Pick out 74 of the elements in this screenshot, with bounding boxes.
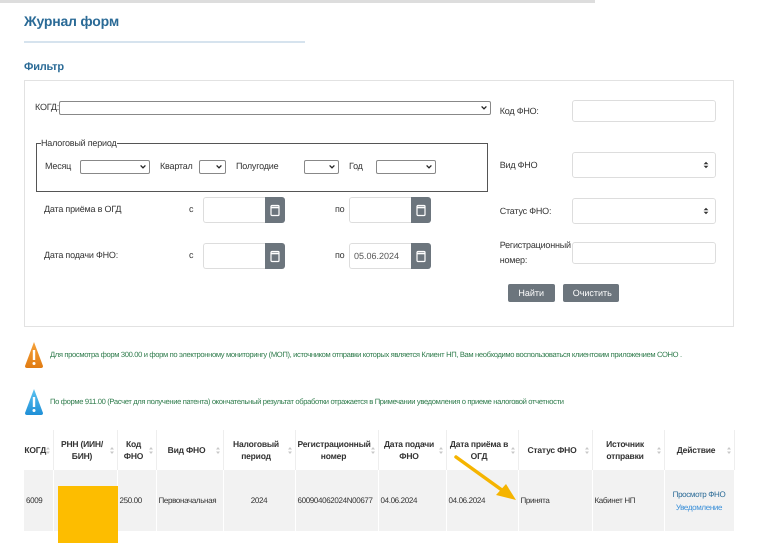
date-field[interactable]: 05.06.2024 bbox=[349, 243, 411, 269]
calendar-icon bbox=[270, 250, 280, 262]
sort-icon bbox=[148, 446, 154, 455]
calendar-button[interactable] bbox=[265, 243, 285, 269]
kogd-select[interactable] bbox=[59, 101, 492, 115]
table-cell: 600904062024N00677 bbox=[298, 496, 373, 504]
sort-icon bbox=[286, 446, 292, 455]
date-field[interactable] bbox=[203, 197, 265, 223]
calendar-icon bbox=[416, 204, 426, 216]
field-label: Код ФНО: bbox=[498, 104, 540, 118]
calendar-button[interactable] bbox=[411, 243, 431, 269]
date-field[interactable] bbox=[203, 243, 265, 269]
filter-button[interactable]: Найти bbox=[508, 284, 555, 302]
sort-icon bbox=[214, 446, 220, 455]
warning-icon bbox=[24, 341, 44, 369]
field-label: с bbox=[189, 249, 194, 262]
sort-icon bbox=[726, 446, 732, 455]
field-label: Полугодие bbox=[236, 160, 280, 174]
column-header: Действие bbox=[676, 445, 716, 455]
field-label: по bbox=[335, 203, 346, 216]
group-legend: Налоговый период bbox=[41, 137, 117, 149]
section-title: Фильтр bbox=[24, 60, 65, 74]
table-link[interactable]: Просмотр ФНО bbox=[666, 488, 732, 500]
column-header: Статус ФНО bbox=[527, 445, 576, 455]
calendar-icon bbox=[270, 204, 280, 216]
table-cell: Первоначальная bbox=[158, 496, 216, 504]
table-cell: 250.00 bbox=[120, 496, 142, 504]
period-select[interactable] bbox=[304, 160, 339, 174]
sort-icon bbox=[584, 446, 590, 455]
field-label: Статус ФНО: bbox=[498, 204, 552, 218]
sort-icon bbox=[370, 446, 376, 455]
table-cell: 04.06.2024 bbox=[380, 496, 418, 504]
field-label: Дата подачи ФНО: bbox=[43, 249, 120, 262]
field-label: Квартал bbox=[160, 160, 194, 174]
field-label: Месяц bbox=[45, 160, 72, 174]
calendar-icon bbox=[416, 250, 426, 262]
sort-icon bbox=[438, 446, 444, 455]
table-cell: 2024 bbox=[250, 496, 268, 504]
field-label: Регистрационный номер: bbox=[498, 239, 572, 267]
column-header: Вид ФНО bbox=[168, 445, 206, 455]
field-label: по bbox=[335, 249, 346, 262]
column-header: Код ФНО bbox=[124, 439, 144, 461]
period-select[interactable] bbox=[376, 160, 436, 174]
text-field[interactable] bbox=[572, 242, 716, 264]
column-header: КОГД bbox=[24, 445, 46, 455]
period-select[interactable] bbox=[80, 160, 150, 174]
sort-icon bbox=[44, 446, 50, 455]
date-field[interactable] bbox=[349, 197, 411, 223]
calendar-button[interactable] bbox=[265, 197, 285, 223]
table-cell: 6009 bbox=[26, 496, 42, 504]
table-cell: Принята bbox=[520, 496, 550, 504]
field-label: Год bbox=[349, 160, 364, 174]
column-header: Регистрационный номер bbox=[298, 439, 371, 461]
table-link[interactable]: Уведомление bbox=[666, 500, 732, 514]
filter-button[interactable]: Очистить bbox=[562, 284, 619, 302]
field-label: КОГД: bbox=[35, 101, 60, 114]
table-cell: 04.06.2024 bbox=[448, 496, 486, 504]
column-header: Дата приёма в ОГД bbox=[450, 439, 508, 461]
field-label: Вид ФНО bbox=[498, 158, 538, 172]
sort-icon bbox=[108, 446, 114, 455]
field-label: Дата приёма в ОГД bbox=[43, 203, 122, 216]
calendar-button[interactable] bbox=[411, 197, 431, 223]
column-header: Дата подачи ФНО bbox=[384, 439, 434, 461]
text-field[interactable] bbox=[572, 100, 716, 122]
sort-icon bbox=[510, 446, 516, 455]
sort-icon bbox=[656, 446, 662, 455]
column-header: Налоговый период bbox=[233, 439, 279, 461]
column-header: Источник отправки bbox=[606, 439, 644, 461]
field-label: с bbox=[189, 203, 194, 216]
period-select[interactable] bbox=[199, 160, 226, 174]
column-header: РНН (ИИН/ БИН) bbox=[60, 439, 104, 461]
info-icon bbox=[24, 388, 44, 416]
table-cell: Кабинет НП bbox=[594, 496, 636, 504]
page-title: Журнал форм bbox=[24, 12, 120, 30]
